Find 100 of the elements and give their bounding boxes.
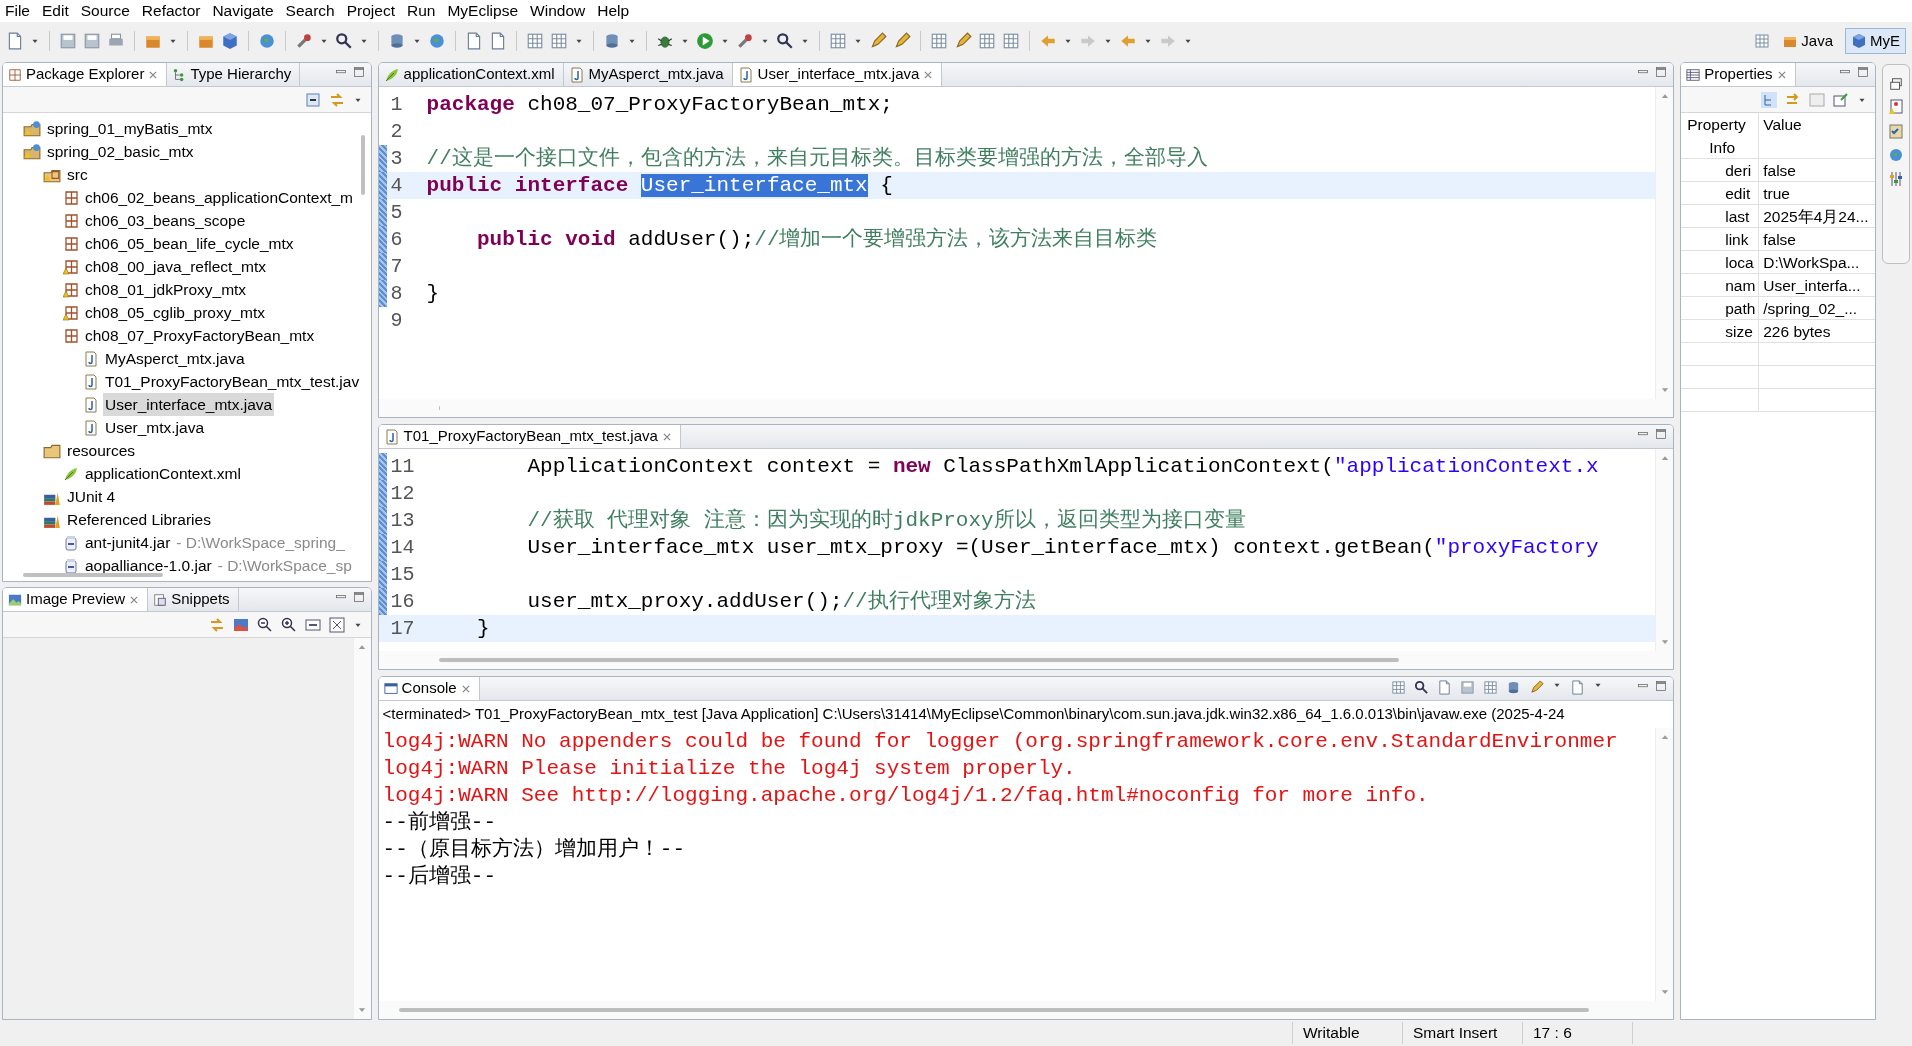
close-icon[interactable]: [460, 683, 471, 694]
menu-item[interactable]: Run: [404, 1, 445, 21]
wrench-icon[interactable]: [295, 32, 313, 50]
tree-item[interactable]: T01_ProxyFactoryBean_mtx_test.jav: [103, 369, 362, 394]
cube-icon[interactable]: [221, 32, 239, 50]
view-tab[interactable]: Type Hierarchy: [167, 63, 301, 86]
run-icon[interactable]: [696, 32, 714, 50]
menu-item[interactable]: Navigate: [209, 1, 283, 21]
task-list-icon[interactable]: [1888, 123, 1904, 139]
database-icon[interactable]: [603, 32, 621, 50]
maximize-icon[interactable]: [352, 66, 365, 78]
tree-item[interactable]: ch08_01_jdkProxy_mtx: [83, 277, 249, 302]
actual-size-icon[interactable]: [304, 616, 321, 633]
tree-item[interactable]: Referenced Libraries: [65, 507, 213, 532]
zoom-in-icon[interactable]: [280, 616, 297, 633]
globe-icon[interactable]: [258, 32, 276, 50]
grid-icon[interactable]: [978, 32, 996, 50]
tree-item[interactable]: User_mtx.java: [103, 415, 207, 440]
close-icon[interactable]: [661, 431, 672, 442]
zoom-out-icon[interactable]: [256, 616, 273, 633]
tree-item[interactable]: ch06_05_bean_life_cycle_mtx: [83, 231, 296, 256]
menu-item[interactable]: File: [2, 1, 39, 21]
tree-item[interactable]: ch08_07_ProxyFactoryBean_mtx: [83, 323, 317, 348]
menu-item[interactable]: Edit: [39, 1, 78, 21]
perspective-button[interactable]: MyE: [1845, 27, 1906, 55]
tree-item[interactable]: applicationContext.xml: [83, 461, 243, 486]
edit-icon[interactable]: [1833, 91, 1850, 108]
tree-item[interactable]: ch06_02_beans_applicationContext_m: [83, 185, 355, 210]
view-tab[interactable]: T01_ProxyFactoryBean_mtx_test.java: [378, 425, 681, 448]
menu-item[interactable]: Source: [77, 1, 139, 21]
new-file-icon[interactable]: [6, 32, 24, 50]
collapse-all-icon[interactable]: [304, 91, 321, 108]
view-tab[interactable]: Properties: [1681, 63, 1796, 86]
search-icon[interactable]: [776, 32, 794, 50]
tree-item[interactable]: src: [65, 162, 90, 187]
tree-item[interactable]: aopalliance-1.0.jar: [83, 553, 214, 578]
tree-item[interactable]: ch08_05_cglib_proxy_mtx: [83, 300, 268, 325]
tree-view-icon[interactable]: [1761, 91, 1778, 108]
new-file-icon[interactable]: [1437, 680, 1453, 695]
menu-item[interactable]: Help: [594, 1, 639, 21]
swap-arrows-icon[interactable]: [208, 616, 225, 633]
pencil-icon[interactable]: [869, 32, 887, 50]
tree-item[interactable]: JUnit 4: [65, 484, 118, 509]
search-icon[interactable]: [335, 32, 353, 50]
tree-item[interactable]: ch08_00_java_reflect_mtx: [83, 254, 268, 279]
grid-icon[interactable]: [1754, 33, 1771, 49]
view-tab[interactable]: applicationContext.xml: [378, 63, 564, 86]
grid-icon[interactable]: [1483, 680, 1499, 695]
tree-item[interactable]: ant-junit4.jar: [83, 530, 173, 555]
tree-item[interactable]: ch06_03_beans_scope: [83, 208, 248, 233]
pencil-icon[interactable]: [954, 32, 972, 50]
grid-icon[interactable]: [930, 32, 948, 50]
save-icon[interactable]: [83, 32, 101, 50]
perspective-button[interactable]: Java: [1776, 27, 1839, 55]
close-icon[interactable]: [1776, 69, 1787, 80]
grid-icon[interactable]: [1002, 32, 1020, 50]
menu-item[interactable]: Search: [282, 1, 344, 21]
tree-item[interactable]: User_interface_mtx.java: [103, 392, 275, 417]
save-icon[interactable]: [59, 32, 77, 50]
problems-icon[interactable]: [1888, 99, 1904, 115]
globe-icon[interactable]: [428, 32, 446, 50]
menu-item[interactable]: Refactor: [138, 1, 210, 21]
view-tab[interactable]: Image Preview: [3, 588, 149, 611]
view-tab[interactable]: Snippets: [148, 588, 239, 611]
grid-icon[interactable]: [829, 32, 847, 50]
pencil-icon[interactable]: [1529, 680, 1545, 695]
search-icon[interactable]: [1414, 680, 1430, 695]
sliders-icon[interactable]: [1888, 171, 1904, 187]
maximize-icon[interactable]: [1655, 428, 1668, 440]
wrench-icon[interactable]: [736, 32, 754, 50]
close-icon[interactable]: [923, 69, 934, 80]
tree-item[interactable]: spring_02_basic_mtx: [45, 139, 196, 164]
grid-icon[interactable]: [1391, 680, 1407, 695]
view-tab[interactable]: Package Explorer: [3, 63, 168, 86]
maximize-icon[interactable]: [1655, 680, 1668, 692]
tree-item[interactable]: resources: [65, 438, 138, 463]
close-icon[interactable]: [148, 69, 159, 80]
maximize-icon[interactable]: [1655, 66, 1668, 78]
maximize-icon[interactable]: [352, 591, 365, 603]
fit-icon[interactable]: [328, 616, 345, 633]
database-icon[interactable]: [388, 32, 406, 50]
grid-icon[interactable]: [550, 32, 568, 50]
menu-item[interactable]: Window: [527, 1, 595, 21]
view-tab[interactable]: MyAsperct_mtx.java: [563, 63, 733, 86]
tree-item[interactable]: MyAsperct_mtx.java: [103, 346, 247, 371]
image-icon[interactable]: [232, 616, 249, 633]
new-file-icon[interactable]: [465, 32, 483, 50]
grid-icon[interactable]: [526, 32, 544, 50]
tree-item[interactable]: spring_01_myBatis_mtx: [45, 116, 215, 141]
close-icon[interactable]: [129, 594, 140, 605]
new-file-icon[interactable]: [489, 32, 507, 50]
menu-item[interactable]: MyEclipse: [444, 1, 528, 21]
view-tab[interactable]: Console: [378, 677, 480, 700]
save-icon[interactable]: [1460, 680, 1476, 695]
view-tab[interactable]: User_interface_mtx.java: [732, 63, 943, 86]
new-file-icon[interactable]: [1570, 680, 1586, 695]
globe-icon[interactable]: [1888, 147, 1904, 163]
maximize-icon[interactable]: [1857, 66, 1870, 78]
restore-icon[interactable]: [1889, 77, 1903, 91]
link-arrows-icon[interactable]: [328, 91, 345, 108]
